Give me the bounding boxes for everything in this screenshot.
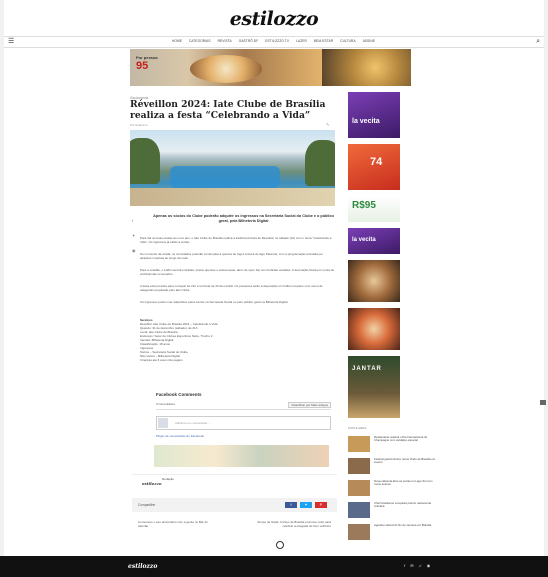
post-navigation: Comemore o seu aniversário com a gente n… <box>132 518 337 532</box>
sidebar-ad[interactable]: la vecita <box>348 228 400 254</box>
comment-input[interactable]: Adicione um comentário... <box>156 416 331 430</box>
share-whatsapp-icon[interactable]: ◉ <box>132 248 138 253</box>
hero-deck <box>130 188 335 206</box>
page-frame: estilozzo ☰ Home Categorias Revista Gast… <box>4 0 544 577</box>
article-paragraph: No momento da virada, os convidados pode… <box>140 252 323 260</box>
next-post-link[interactable]: Tempo de Natal: Cortiço de Brasília prom… <box>251 520 331 528</box>
comment-count-icon[interactable]: ✎ <box>326 122 329 127</box>
article-paragraph: Para dar as boas-vindas ao novo ano, o I… <box>140 236 332 244</box>
sidebar-ad-text: la vecita <box>352 237 376 243</box>
nav-item-cultura[interactable]: Cultura <box>340 39 356 43</box>
popular-list: Restaurante celebra o Dia Internacional … <box>348 435 440 546</box>
comments-title: Facebook Comments <box>156 392 202 397</box>
comments-sort-value: Mais antigos <box>311 403 328 407</box>
sidebar-ad-jantar: JANTAR <box>352 366 382 372</box>
comments-bar: 0 comentários Classificar por Mais antig… <box>156 402 331 410</box>
search-icon[interactable]: ⌕ <box>536 38 540 46</box>
facebook-plugin-link[interactable]: Plugin de comentários do Facebook <box>156 434 204 438</box>
top-ad-banner[interactable]: Por pessoa 95 <box>130 49 411 86</box>
share-twitter-icon[interactable]: ✦ <box>132 233 138 238</box>
site-footer: estilozzo f ✉ ♫ ◉ <box>0 556 548 577</box>
main-navbar: ☰ Home Categorias Revista Gastrô DF Esti… <box>4 36 544 48</box>
comments-sort-label: Classificar por <box>291 403 311 407</box>
popular-thumb <box>348 436 370 452</box>
sidebar-ad[interactable]: JANTAR <box>348 356 400 418</box>
popular-thumb <box>348 480 370 496</box>
site-logo[interactable]: estilozzo <box>230 8 319 30</box>
sidebar-ads: la vecita 74 R$95 la vecita JANTAR <box>348 92 400 424</box>
article-hero-image <box>130 130 335 206</box>
nav-item-assine[interactable]: Assine <box>363 39 375 43</box>
banner-food-image <box>190 55 262 83</box>
popular-thumb <box>348 458 370 474</box>
services-block: Serviços Réveillon Iate Clube de Brasíli… <box>140 318 335 362</box>
hamburger-menu-icon[interactable]: ☰ <box>8 38 14 45</box>
nav-item-home[interactable]: Home <box>172 39 182 43</box>
sidebar-ad[interactable]: la vecita <box>348 92 400 138</box>
popular-thumb <box>348 502 370 518</box>
sidebar-ad[interactable]: 74 <box>348 144 400 190</box>
popular-item-text: Restaurante celebra o Dia Internacional … <box>374 435 428 443</box>
author-logo: estilozzo <box>142 481 162 486</box>
article-paragraph: Os ingressos podem ser adquiridos pelos … <box>140 300 289 304</box>
share-pinterest-button[interactable]: P <box>315 502 327 508</box>
share-facebook-button[interactable]: f <box>285 502 297 508</box>
sidebar-ad[interactable]: R$95 <box>348 196 400 222</box>
nav-item-tv[interactable]: Estilozzo.tv <box>265 39 289 43</box>
footer-social-icons[interactable]: f ✉ ♫ ◉ <box>404 563 432 568</box>
list-item[interactable]: Nova cafeteria abre as portas no Lago Su… <box>348 479 440 498</box>
share-facebook-icon[interactable]: f <box>132 218 138 223</box>
nav-items: Home Categorias Revista Gastrô DF Estilo… <box>172 39 375 43</box>
list-item[interactable]: Agenda cultural do fim de semana em Bras… <box>348 523 440 542</box>
loading-spinner-icon <box>276 541 284 549</box>
sidebar-food-image[interactable] <box>348 260 400 302</box>
article-paragraph: Para a ocasião, o buffet servirá entrada… <box>140 268 335 276</box>
footer-logo[interactable]: estilozzo <box>128 563 157 570</box>
banner-price: Por pessoa 95 <box>136 55 158 72</box>
sidebar-food-image[interactable] <box>348 308 400 350</box>
article-meta: Por Estilozzo <box>130 123 148 127</box>
popular-item-text: Festival gastronômico reúne chefs de Bra… <box>374 457 436 465</box>
list-item[interactable]: Chef brasiliense conquista prêmio nacion… <box>348 501 440 520</box>
article-paragraph: A festa está prevista para começar às 21… <box>140 284 323 292</box>
popular-title: Populares <box>348 426 367 430</box>
service-line: Crianças até 6 anos não pagam <box>140 358 183 362</box>
scroll-indicator-icon[interactable] <box>540 400 546 405</box>
header-logo-row: estilozzo <box>4 8 544 34</box>
banner-restaurant-ad[interactable]: Por pessoa 95 <box>130 49 322 86</box>
nav-item-bem-estar[interactable]: Bem-estar <box>314 39 333 43</box>
list-item[interactable]: Festival gastronômico reúne chefs de Bra… <box>348 457 440 476</box>
author-box: estilozzo Redação <box>132 474 337 490</box>
hero-tree-left <box>130 138 160 184</box>
hero-pool <box>170 166 280 188</box>
sidebar-ad-text: 74 <box>370 156 383 168</box>
share-label: Compartilhe <box>138 503 156 507</box>
nav-item-gastro[interactable]: Gastrô DF <box>239 39 259 43</box>
nav-item-categorias[interactable]: Categorias <box>189 39 211 43</box>
share-twitter-button[interactable]: ✦ <box>300 502 312 508</box>
inline-ad-banner[interactable] <box>154 445 329 467</box>
author-name[interactable]: Redação <box>162 477 174 481</box>
sidebar-ad-text: R$95 <box>352 200 376 211</box>
hero-tree-right <box>305 140 335 186</box>
banner-food-photo <box>322 49 411 86</box>
article-title: Réveillon 2024: Iate Clube de Brasília r… <box>130 99 326 121</box>
nav-item-revista[interactable]: Revista <box>218 39 232 43</box>
sidebar-ad-text: la vecita <box>352 118 380 125</box>
previous-post-link[interactable]: Comemore o seu aniversário com a gente n… <box>138 520 218 528</box>
popular-thumb <box>348 524 370 540</box>
share-sidebar: f ✦ ◉ <box>132 218 138 263</box>
popular-item-text: Nova cafeteria abre as portas no Lago Su… <box>374 479 433 487</box>
comments-count: 0 comentários <box>156 402 175 406</box>
popular-item-text: Chef brasiliense conquista prêmio nacion… <box>374 501 432 509</box>
popular-item-text: Agenda cultural do fim de semana em Bras… <box>374 523 432 527</box>
nav-item-lazer[interactable]: Lazer <box>296 39 307 43</box>
share-bar: Compartilhe f ✦ P <box>132 498 337 512</box>
comments-sort-select[interactable]: Classificar por Mais antigos <box>288 402 331 408</box>
article-lead: Apenas os sócios do Clube poderão adquir… <box>153 214 334 223</box>
list-item[interactable]: Restaurante celebra o Dia Internacional … <box>348 435 440 454</box>
